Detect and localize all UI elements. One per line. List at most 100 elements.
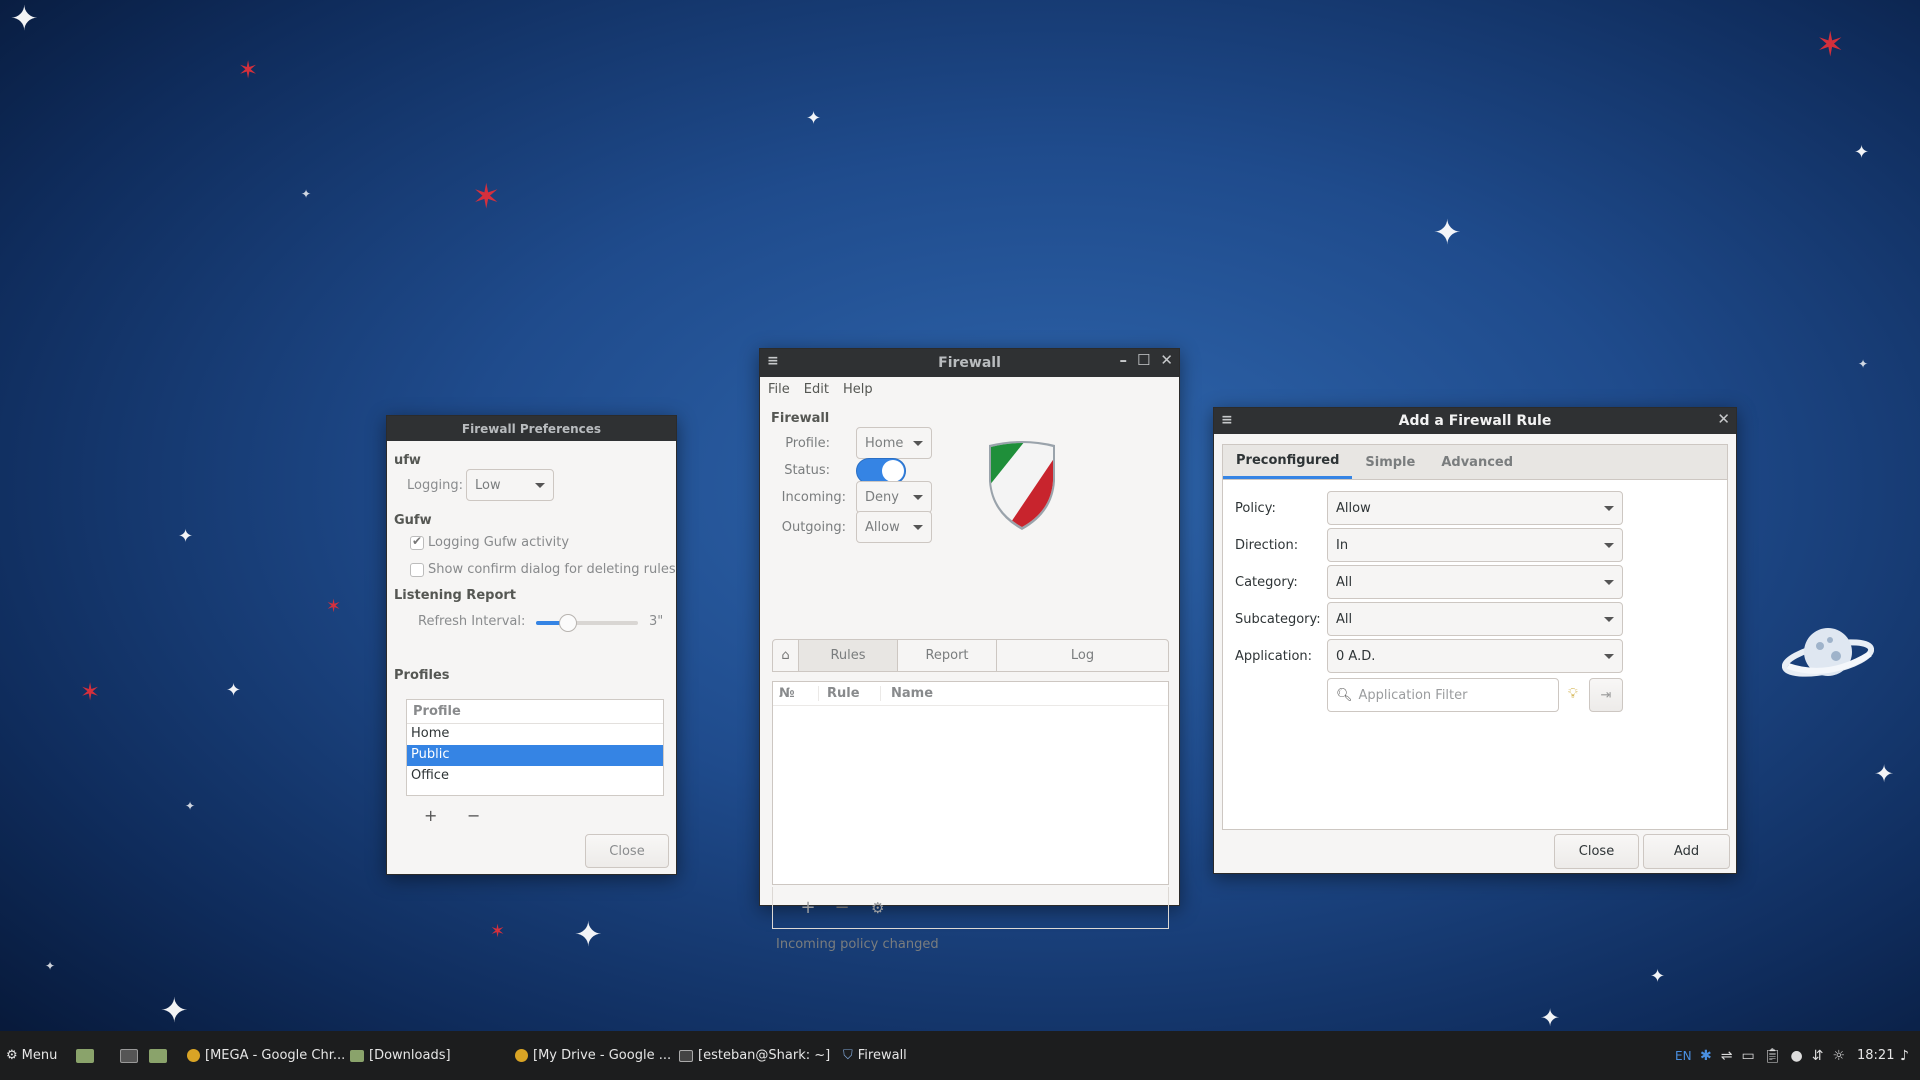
arrow-right-icon[interactable]: ⇥ <box>1589 678 1623 712</box>
col-rule[interactable]: Rule <box>819 686 881 701</box>
taskbar-item-drive[interactable]: [My Drive - Google ... <box>515 1031 671 1080</box>
window-menu-icon[interactable]: ≡ <box>767 353 779 369</box>
logging-activity-option[interactable]: Logging Gufw activity <box>410 534 569 550</box>
taskbar-item-mega[interactable]: [MEGA - Google Chr... <box>187 1031 345 1080</box>
add-rule-titlebar[interactable]: ≡ Add a Firewall Rule ✕ <box>1214 408 1736 434</box>
star-decoration: ✦ <box>1854 142 1870 163</box>
category-label: Category: <box>1235 574 1298 590</box>
checkbox-unchecked-icon[interactable] <box>410 562 424 577</box>
close-icon[interactable]: ✕ <box>1160 351 1173 369</box>
preferences-window: Firewall Preferences ufw Logging: Low Gu… <box>386 415 677 875</box>
incoming-label: Incoming: <box>781 490 846 505</box>
taskbar: ⚙ Menu [MEGA - Google Chr... [Downloads] … <box>0 1031 1920 1080</box>
network-icon[interactable]: ⇵ <box>1812 1048 1824 1064</box>
home-icon: ⌂ <box>781 648 790 663</box>
folder-icon <box>350 1049 364 1062</box>
main-tabs: ⌂ Rules Report Log <box>772 639 1169 672</box>
start-menu-button[interactable]: ⚙ Menu <box>6 1031 57 1080</box>
category-combo[interactable]: All <box>1327 565 1623 599</box>
chevron-down-icon <box>1604 653 1614 659</box>
toggle-knob <box>882 460 904 482</box>
add-rule-button[interactable]: + <box>787 897 829 918</box>
search-icon: 🔍︎ <box>1336 687 1353 703</box>
star-decoration: ✦ <box>178 526 194 547</box>
policy-combo[interactable]: Allow <box>1327 491 1623 525</box>
policy-label: Policy: <box>1235 500 1276 516</box>
application-combo[interactable]: 0 A.D. <box>1327 639 1623 673</box>
tab-advanced[interactable]: Advanced <box>1428 445 1526 479</box>
close-add-rule-button[interactable]: Close <box>1554 834 1639 869</box>
remove-profile-button[interactable]: − <box>467 806 480 825</box>
star-decoration: ✦ <box>226 680 242 701</box>
keyboard-layout-indicator[interactable]: EN <box>1675 1031 1692 1080</box>
taskbar-item-firewall[interactable]: ⛉ Firewall <box>843 1031 907 1080</box>
star-decoration: ✶ <box>238 56 259 84</box>
taskbar-item-firewall-label: Firewall <box>857 1048 907 1063</box>
status-message: Incoming policy changed <box>776 937 939 952</box>
show-desktop-icon[interactable] <box>76 1031 99 1080</box>
maximize-icon[interactable]: ☐ <box>1137 351 1150 369</box>
user-icon[interactable]: ● <box>1790 1048 1802 1064</box>
clipboard-icon[interactable]: 📋︎ <box>1764 1048 1782 1064</box>
col-number[interactable]: № <box>773 686 819 701</box>
main-titlebar[interactable]: ≡ Firewall – ☐ ✕ <box>760 349 1179 377</box>
gear-icon[interactable]: ⚙ <box>871 899 884 917</box>
subcategory-combo[interactable]: All <box>1327 602 1623 636</box>
checkbox-checked-icon[interactable] <box>410 534 424 550</box>
rules-table: № Rule Name <box>772 681 1169 885</box>
menu-help[interactable]: Help <box>843 382 873 397</box>
col-name[interactable]: Name <box>881 686 933 701</box>
taskbar-item-terminal[interactable]: [esteban@Shark: ~] <box>679 1031 830 1080</box>
add-rule-confirm-button[interactable]: Add <box>1643 834 1730 869</box>
outgoing-combo[interactable]: Allow <box>856 511 932 543</box>
tab-preconfigured[interactable]: Preconfigured <box>1223 445 1353 479</box>
profile-value: Home <box>865 435 904 451</box>
logging-combo[interactable]: Low <box>466 469 554 501</box>
network-manager-icon[interactable]: ⇌ <box>1721 1048 1733 1064</box>
star-decoration: ✶ <box>472 177 501 217</box>
category-row: Category: All <box>1235 564 1625 600</box>
home-tab[interactable]: ⌂ <box>773 640 799 671</box>
shield-logo-icon <box>989 441 1055 530</box>
incoming-combo[interactable]: Deny <box>856 481 932 513</box>
tab-report[interactable]: Report <box>898 640 997 671</box>
preferences-titlebar[interactable]: Firewall Preferences <box>387 416 676 441</box>
confirm-delete-option[interactable]: Show confirm dialog for deleting rules <box>410 562 676 577</box>
profile-row-home[interactable]: Home <box>407 724 663 745</box>
file-manager-launcher-icon[interactable] <box>149 1031 172 1080</box>
refresh-slider-handle[interactable] <box>559 614 577 632</box>
direction-combo[interactable]: In <box>1327 528 1623 562</box>
application-filter-placeholder: Application Filter <box>1358 687 1468 703</box>
profile-row-office[interactable]: Office <box>407 766 663 787</box>
remove-rule-button[interactable]: − <box>829 897 855 918</box>
clock[interactable]: 18:21 <box>1857 1031 1894 1080</box>
display-icon[interactable]: ▭ <box>1741 1048 1754 1064</box>
application-filter-input[interactable]: 🔍︎ Application Filter <box>1327 678 1559 712</box>
add-profile-button[interactable]: + <box>424 806 437 825</box>
refresh-interval-label: Refresh Interval: <box>418 614 526 629</box>
terminal-launcher-icon[interactable] <box>120 1031 143 1080</box>
music-note-icon[interactable]: ♪ <box>1900 1031 1909 1080</box>
profile-column-header[interactable]: Profile <box>407 700 663 724</box>
tab-rules[interactable]: Rules <box>799 640 898 671</box>
taskbar-item-downloads[interactable]: [Downloads] <box>350 1031 451 1080</box>
chevron-down-icon <box>1604 542 1614 548</box>
tab-log[interactable]: Log <box>997 640 1168 671</box>
close-icon[interactable]: ✕ <box>1717 410 1730 428</box>
brightness-icon[interactable]: ☼ <box>1832 1048 1845 1064</box>
star-decoration: ✦ <box>1874 760 1895 788</box>
bluetooth-icon[interactable]: ✱ <box>1700 1048 1712 1064</box>
star-decoration: ✶ <box>80 678 101 706</box>
minimize-icon[interactable]: – <box>1119 351 1127 369</box>
rules-table-header: № Rule Name <box>773 682 1168 706</box>
window-menu-icon[interactable]: ≡ <box>1221 412 1233 428</box>
chevron-down-icon <box>913 494 923 500</box>
menu-edit[interactable]: Edit <box>804 382 829 397</box>
subcategory-value: All <box>1336 611 1353 627</box>
star-decoration: ✦ <box>574 915 603 955</box>
menu-file[interactable]: File <box>768 382 790 397</box>
profile-combo[interactable]: Home <box>856 427 932 459</box>
tab-simple[interactable]: Simple <box>1352 445 1428 479</box>
close-preferences-button[interactable]: Close <box>585 834 669 868</box>
profile-row-public[interactable]: Public <box>407 745 663 766</box>
